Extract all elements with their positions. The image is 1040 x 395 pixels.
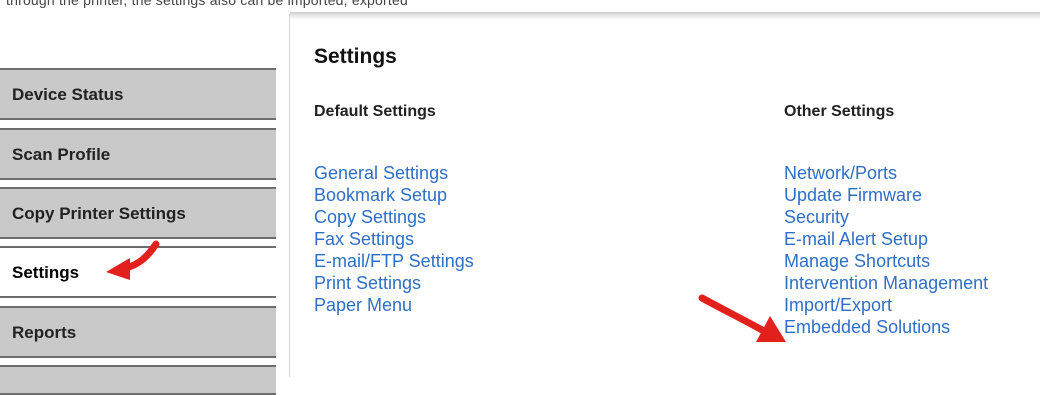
link-copy-settings[interactable]: Copy Settings	[314, 207, 426, 227]
link-intervention-management[interactable]: Intervention Management	[784, 273, 988, 293]
link-update-firmware[interactable]: Update Firmware	[784, 185, 922, 205]
link-email-ftp-settings[interactable]: E-mail/FTP Settings	[314, 251, 474, 271]
link-security[interactable]: Security	[784, 207, 849, 227]
other-settings-heading: Other Settings	[784, 103, 895, 120]
sidebar-item-reports[interactable]: Reports	[0, 306, 276, 358]
link-paper-menu[interactable]: Paper Menu	[314, 295, 412, 315]
sidebar-item-settings[interactable]: Settings	[0, 246, 276, 298]
sidebar-item-label: Scan Profile	[12, 144, 111, 164]
link-manage-shortcuts[interactable]: Manage Shortcuts	[784, 251, 930, 271]
sidebar-item-label: Reports	[12, 322, 77, 342]
sidebar-item-label: Settings	[12, 262, 80, 282]
annotation-arrow-import-export-icon	[698, 294, 786, 342]
sidebar-item-scan-profile[interactable]: Scan Profile	[0, 128, 276, 180]
sidebar-item-device-status[interactable]: Device Status	[0, 68, 276, 120]
sidebar-nav: Device Status Scan Profile Copy Printer …	[0, 0, 276, 395]
sidebar-item-label: Copy Printer Settings	[12, 203, 186, 223]
content-left-border	[289, 14, 290, 377]
sidebar-item-label: Device Status	[12, 84, 124, 104]
link-bookmark-setup[interactable]: Bookmark Setup	[314, 185, 447, 205]
link-fax-settings[interactable]: Fax Settings	[314, 229, 414, 249]
link-import-export[interactable]: Import/Export	[784, 295, 892, 315]
other-settings-links: Network/Ports Update Firmware Security E…	[784, 162, 988, 338]
link-network-ports[interactable]: Network/Ports	[784, 163, 897, 183]
page-title: Settings	[314, 45, 397, 68]
default-settings-links: General Settings Bookmark Setup Copy Set…	[314, 162, 474, 316]
sidebar-item-copy-printer-settings[interactable]: Copy Printer Settings	[0, 187, 276, 239]
default-settings-heading: Default Settings	[314, 103, 436, 120]
link-embedded-solutions[interactable]: Embedded Solutions	[784, 317, 950, 337]
link-general-settings[interactable]: General Settings	[314, 163, 448, 183]
link-print-settings[interactable]: Print Settings	[314, 273, 421, 293]
content-top-border	[290, 12, 1040, 20]
sidebar-item-partial[interactable]	[0, 365, 276, 395]
link-email-alert-setup[interactable]: E-mail Alert Setup	[784, 229, 928, 249]
